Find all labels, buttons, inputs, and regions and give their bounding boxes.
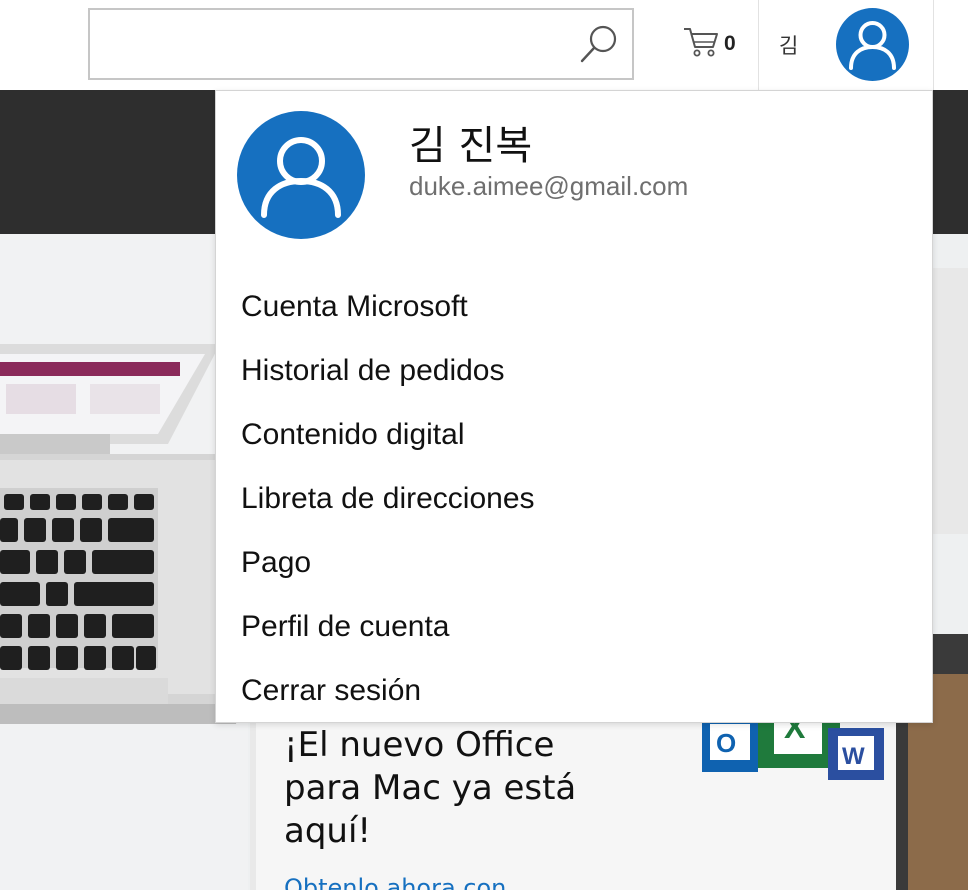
site-header: 0 김: [0, 0, 968, 92]
menu-item-payment[interactable]: Pago: [241, 537, 535, 601]
account-initial: 김: [779, 34, 799, 58]
menu-item-sign-out[interactable]: Cerrar sesión: [241, 665, 535, 729]
svg-text:O: O: [716, 728, 736, 758]
menu-item-account-profile[interactable]: Perfil de cuenta: [241, 601, 535, 665]
promo-headline: ¡El nuevo Office para Mac ya está aquí!: [284, 725, 577, 851]
menu-item-order-history[interactable]: Historial de pedidos: [241, 345, 535, 409]
user-email: duke.aimee@gmail.com: [409, 171, 689, 201]
avatar-icon[interactable]: [836, 8, 909, 81]
avatar-icon: [237, 111, 365, 239]
menu-item-microsoft-account[interactable]: Cuenta Microsoft: [241, 281, 535, 345]
cart-icon: [682, 25, 720, 64]
search-box: [88, 8, 634, 80]
menu-item-address-book[interactable]: Libreta de direcciones: [241, 473, 535, 537]
account-menu: Cuenta Microsoft Historial de pedidos Co…: [241, 281, 535, 729]
account-menu-button[interactable]: 김: [758, 0, 934, 92]
svg-text:W: W: [842, 743, 865, 770]
laptop-image: [0, 234, 248, 890]
cart-button[interactable]: 0: [682, 24, 736, 64]
windows-device-image: [932, 268, 968, 534]
search-input[interactable]: [100, 20, 570, 68]
word-icon: W: [828, 728, 884, 780]
account-dropdown: 김 진복 duke.aimee@gmail.com Cuenta Microso…: [215, 90, 933, 723]
user-name: 김 진복: [409, 123, 533, 169]
promo-link[interactable]: Obtenlo ahora con: [284, 874, 506, 890]
cart-count: 0: [724, 32, 736, 55]
search-icon[interactable]: [578, 22, 622, 66]
menu-item-digital-content[interactable]: Contenido digital: [241, 409, 535, 473]
